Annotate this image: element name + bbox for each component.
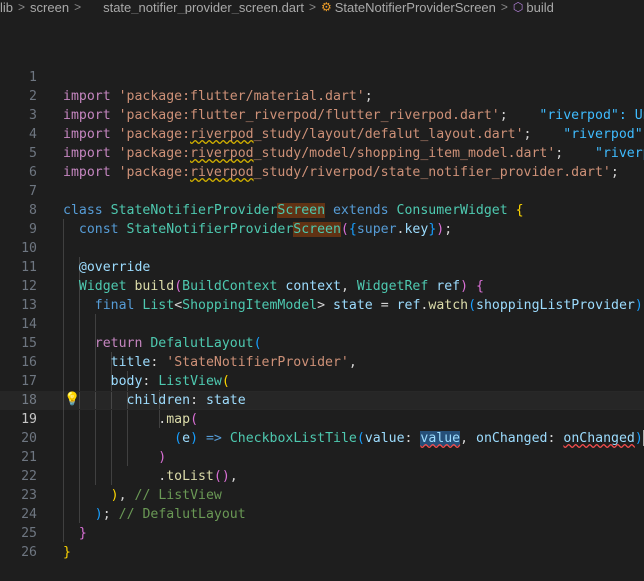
code-line-24[interactable]: 24 }: [0, 486, 644, 541]
line-number: 26: [21, 545, 37, 560]
code-line-5[interactable]: 5 import 'package:riverpod_study/riverpo…: [0, 125, 644, 180]
code-line-21[interactable]: 21 .toList(),: [0, 429, 644, 484]
breadcrumb: lib > screen > state_notifier_provider_s…: [0, 0, 644, 14]
breadcrumb-item-class[interactable]: ⚙ StateNotifierProviderScreen: [321, 0, 496, 14]
breadcrumb-item-lib[interactable]: lib: [0, 0, 13, 14]
code-line-17[interactable]: 17 children: state: [0, 353, 644, 408]
code-line-15[interactable]: 15 title: 'StateNotifierProvider',: [0, 315, 644, 370]
code-line-1[interactable]: 1 import 'package:flutter/material.dart'…: [0, 49, 644, 104]
code-line-20[interactable]: 20 ): [0, 410, 644, 465]
code-line-25[interactable]: 25 }: [0, 505, 644, 560]
code-line-2[interactable]: 2 import 'package:flutter_riverpod/flutt…: [0, 68, 644, 123]
class-symbol-icon: ⚙: [320, 0, 332, 14]
method-symbol-icon: ⬡: [512, 0, 524, 14]
code-line-16[interactable]: 16 body: ListView(: [0, 334, 644, 389]
code-line-7[interactable]: 7 class StateNotifierProviderScreen exte…: [0, 163, 644, 218]
code-line-22[interactable]: 22 ), // ListView: [0, 448, 644, 503]
code-line-11[interactable]: 11 Widget build(BuildContext context, Wi…: [0, 239, 644, 294]
code-line-26[interactable]: 26: [0, 524, 644, 560]
breadcrumb-item-file[interactable]: state_notifier_provider_screen.dart: [103, 0, 304, 14]
code-line-10[interactable]: 10 @override: [0, 220, 644, 275]
code-line-8[interactable]: 8 const StateNotifierProviderScreen({sup…: [0, 182, 644, 237]
code-line-4[interactable]: 4 import 'package:riverpod_study/model/s…: [0, 106, 644, 161]
code-line-9[interactable]: 9: [0, 201, 644, 237]
code-line-14[interactable]: 14 return DefalutLayout(: [0, 296, 644, 351]
code-line-19[interactable]: 19 (e) => CheckboxListTile(value: value,…: [0, 391, 644, 446]
breadcrumb-item-screen[interactable]: screen: [30, 0, 69, 14]
code-line-12[interactable]: 12 final List<ShoppingItemModel> state =…: [0, 258, 644, 313]
breadcrumb-separator: >: [18, 0, 26, 14]
line-content: }: [63, 545, 71, 560]
code-line-13[interactable]: 13: [0, 277, 644, 313]
breadcrumb-item-method[interactable]: ⬡ build: [513, 0, 554, 14]
breadcrumb-separator: >: [74, 0, 82, 14]
lightbulb-icon[interactable]: 💡: [64, 392, 80, 408]
code-line-18[interactable]: 18 .map(: [0, 372, 644, 427]
code-line-6[interactable]: 6: [0, 144, 644, 180]
code-editor[interactable]: 1 import 'package:flutter/material.dart'…: [0, 48, 644, 560]
breadcrumb-separator: >: [500, 0, 508, 14]
breadcrumb-separator: >: [308, 0, 316, 14]
code-line-3[interactable]: 3 import 'package:riverpod_study/layout/…: [0, 87, 644, 142]
code-line-23[interactable]: 23 ); // DefalutLayout: [0, 467, 644, 522]
